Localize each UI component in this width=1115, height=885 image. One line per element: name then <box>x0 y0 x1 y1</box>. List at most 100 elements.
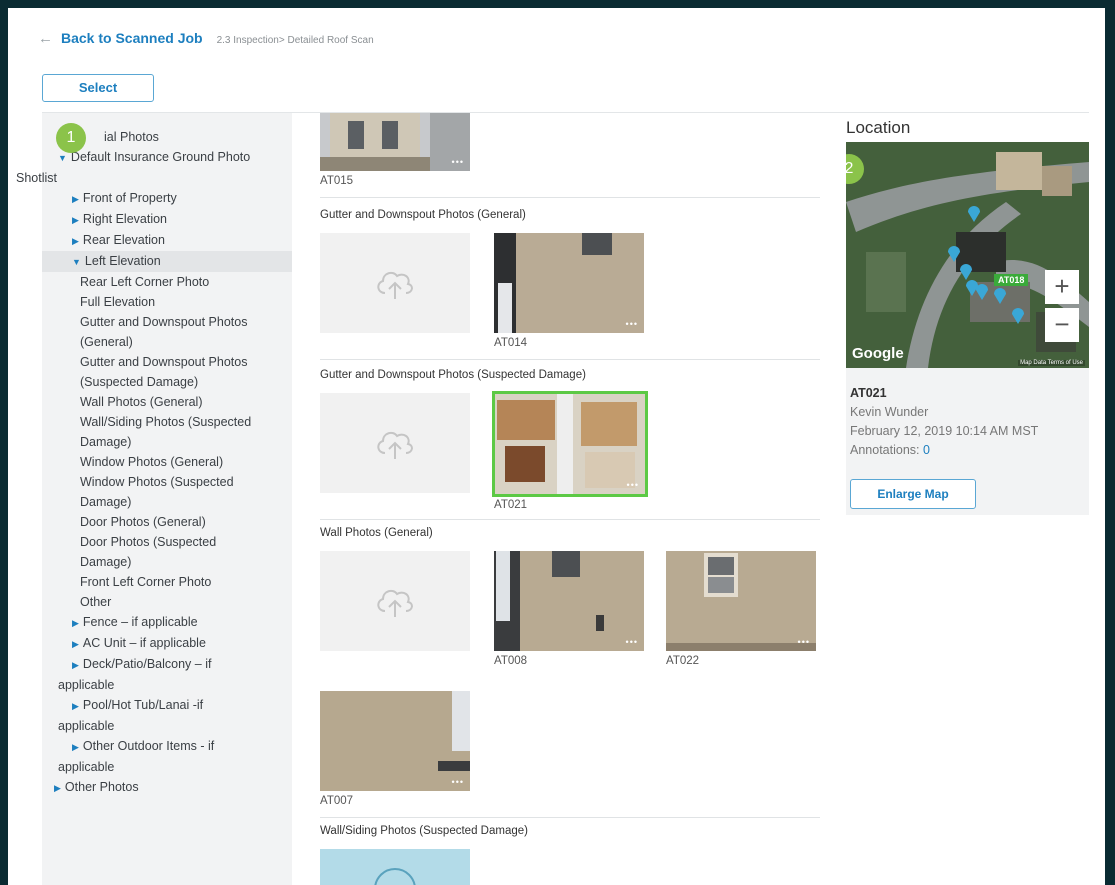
tree-item-rear-elevation[interactable]: ▶ Rear Elevation <box>42 230 292 251</box>
tree-label: Deck/Patio/Balcony – if <box>82 657 212 671</box>
select-button[interactable]: Select <box>42 74 154 102</box>
more-options-icon[interactable]: ••• <box>452 777 464 787</box>
tree-subitem[interactable]: Front Left Corner Photo <box>42 572 292 592</box>
damage-photo-image <box>495 394 645 494</box>
step-badge-1: 1 <box>56 123 86 153</box>
more-options-icon[interactable]: ••• <box>798 637 810 647</box>
tree-item-outdoor-cont: applicable <box>58 760 115 774</box>
tree-label: Pool/Hot Tub/Lanai -if <box>82 698 204 712</box>
more-options-icon[interactable]: ••• <box>452 157 464 167</box>
tree-item-pool[interactable]: ▶ Pool/Hot Tub/Lanai -if <box>42 695 292 716</box>
annotations-label: Annotations: <box>850 443 923 457</box>
tree-subitem[interactable]: Full Elevation <box>42 292 292 312</box>
photo-placeholder-image <box>320 849 470 885</box>
upload-placeholder[interactable] <box>320 551 470 651</box>
photo-thumbnail[interactable]: ••• <box>494 233 644 333</box>
tree-label: Default Insurance Ground Photo <box>70 150 251 164</box>
photo-thumbnail[interactable]: ••• <box>320 691 470 791</box>
photo-label: AT022 <box>666 655 700 667</box>
zoom-out-button[interactable]: − <box>1045 308 1079 342</box>
photo-thumbnail[interactable]: ••• <box>666 551 816 651</box>
collapsed-triangle-icon: ▶ <box>72 194 79 204</box>
tree-subitem[interactable]: Damage) <box>42 492 292 512</box>
tree-item-other-photos[interactable]: ▶ Other Photos <box>42 777 292 798</box>
tree-label: Other Outdoor Items - if <box>82 739 215 753</box>
location-title: Location <box>846 118 911 137</box>
photo-category-tree: ial Photos ▼ Default Insurance Ground Pho… <box>16 113 292 885</box>
photo-thumbnail[interactable]: ••• <box>320 113 470 171</box>
annotations-count-link[interactable]: 0 <box>923 443 930 457</box>
collapsed-triangle-icon: ▶ <box>72 742 79 752</box>
house-photo-image <box>320 113 470 171</box>
tree-subitem[interactable]: Damage) <box>42 432 292 452</box>
tree-subitem[interactable]: Damage) <box>42 552 292 572</box>
tree-subitem[interactable]: Door Photos (General) <box>42 512 292 532</box>
wall-photo-image <box>320 691 470 791</box>
collapsed-triangle-icon: ▶ <box>72 236 79 246</box>
tree-item-pool-cont: applicable <box>58 719 115 733</box>
tree-label: Shotlist <box>16 171 57 185</box>
app-frame: ← Back to Scanned Job 2.3 Inspection> De… <box>8 8 1105 885</box>
upload-placeholder[interactable] <box>320 393 470 493</box>
collapsed-triangle-icon: ▶ <box>72 701 79 711</box>
tree-item-deck-cont: applicable <box>58 678 115 692</box>
tree-item-other-outdoor[interactable]: ▶ Other Outdoor Items - if <box>42 736 292 757</box>
tree-item-fence[interactable]: ▶ Fence – if applicable <box>42 612 292 633</box>
tree-subitem[interactable]: Rear Left Corner Photo <box>42 272 292 292</box>
tree-subitem[interactable]: Window Photos (Suspected <box>42 472 292 492</box>
enlarge-map-button[interactable]: Enlarge Map <box>850 479 976 509</box>
back-to-scanned-job-link[interactable]: Back to Scanned Job <box>61 30 203 46</box>
tree-item-ac-unit[interactable]: ▶ AC Unit – if applicable <box>42 633 292 654</box>
photo-thumbnail[interactable] <box>320 849 470 885</box>
photo-code: AT021 <box>850 386 887 400</box>
annotations-row: Annotations: 0 <box>850 441 1085 460</box>
tree-item-deck[interactable]: ▶ Deck/Patio/Balcony – if <box>42 654 292 675</box>
tree-subitem[interactable]: Window Photos (General) <box>42 452 292 472</box>
collapsed-triangle-icon: ▶ <box>72 618 79 628</box>
tree-subitem[interactable]: Door Photos (Suspected <box>42 532 292 552</box>
tree-label: Fence – if applicable <box>82 615 198 629</box>
google-logo: Google <box>852 345 904 362</box>
tree-list: ial Photos ▼ Default Insurance Ground Pho… <box>16 113 292 798</box>
breadcrumb: 2.3 Inspection> Detailed Roof Scan <box>216 35 374 46</box>
collapsed-triangle-icon: ▶ <box>72 660 79 670</box>
map-marker-label[interactable]: AT018 <box>994 274 1029 286</box>
photo-thumbnail-selected[interactable]: ••• <box>492 391 648 497</box>
expand-triangle-icon: ▼ <box>72 257 81 267</box>
cloud-upload-icon <box>377 271 413 299</box>
tree-subitem[interactable]: Gutter and Downspout Photos <box>42 352 292 372</box>
tree-item-right-elevation[interactable]: ▶ Right Elevation <box>42 209 292 230</box>
upload-placeholder[interactable] <box>320 233 470 333</box>
map-terms-link[interactable]: Map Data Terms of Use <box>1018 360 1085 366</box>
tree-subitem[interactable]: Wall/Siding Photos (Suspected <box>42 412 292 432</box>
more-options-icon[interactable]: ••• <box>626 319 638 329</box>
photo-info-panel: AT021 Kevin Wunder February 12, 2019 10:… <box>846 368 1089 515</box>
tree-label: Left Elevation <box>84 254 161 268</box>
tree-subitem[interactable]: Wall Photos (General) <box>42 392 292 412</box>
tree-label: ial Photos <box>104 130 159 144</box>
photo-label: AT014 <box>494 337 528 349</box>
tree-label: Right Elevation <box>82 212 167 226</box>
tree-label: Front of Property <box>82 191 177 205</box>
tree-label: AC Unit – if applicable <box>82 636 206 650</box>
more-options-icon[interactable]: ••• <box>626 637 638 647</box>
section-title-gutter-general: Gutter and Downspout Photos (General) <box>320 209 526 221</box>
photo-thumbnail[interactable]: ••• <box>494 551 644 651</box>
back-arrow-icon[interactable]: ← <box>38 30 53 47</box>
zoom-in-button[interactable]: + <box>1045 270 1079 304</box>
tree-item-left-elevation[interactable]: ▼ Left Elevation <box>42 251 292 272</box>
cloud-upload-icon <box>377 589 413 617</box>
collapsed-triangle-icon: ▶ <box>54 783 61 793</box>
section-divider <box>320 359 820 360</box>
tree-item-front-of-property[interactable]: ▶ Front of Property <box>42 188 292 209</box>
expand-triangle-icon: ▼ <box>58 153 67 163</box>
tree-item-shotlist-cont: Shotlist <box>16 168 292 188</box>
location-map[interactable]: 2 AT018 + − Google Map Data Terms of Use <box>846 142 1089 368</box>
section-divider <box>320 519 820 520</box>
tree-subitem[interactable]: Other <box>42 592 292 612</box>
more-options-icon[interactable]: ••• <box>627 480 639 490</box>
tree-subitem[interactable]: (General) <box>42 332 292 352</box>
tree-subitem[interactable]: Gutter and Downspout Photos <box>42 312 292 332</box>
tree-subitem[interactable]: (Suspected Damage) <box>42 372 292 392</box>
collapsed-triangle-icon: ▶ <box>72 639 79 649</box>
